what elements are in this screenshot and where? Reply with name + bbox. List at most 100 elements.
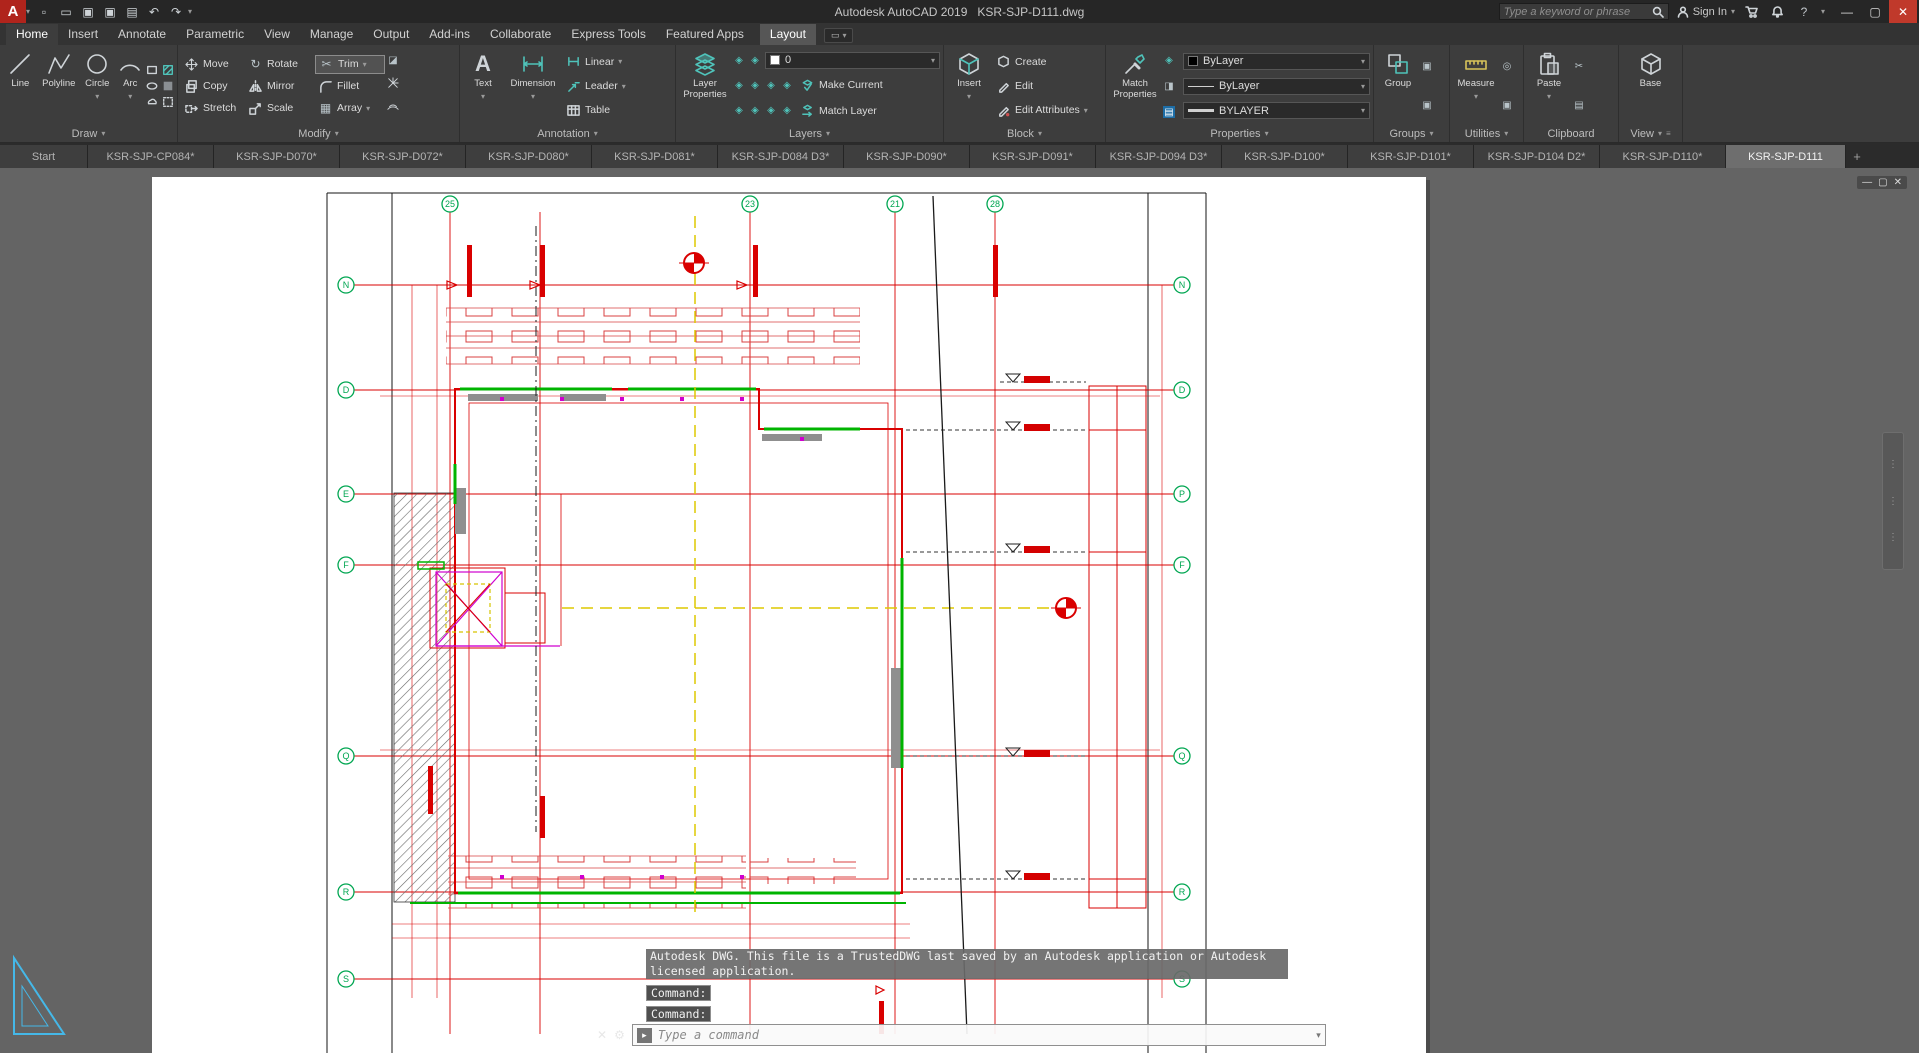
leader-button[interactable]: Leader▾	[563, 77, 672, 96]
mirror-button[interactable]: Mirror	[245, 77, 313, 96]
plot-icon[interactable]: ▤	[122, 3, 142, 21]
fillet-button[interactable]: Fillet	[315, 77, 385, 96]
match-properties-button[interactable]: Match Properties	[1109, 47, 1161, 125]
notification-bell-icon[interactable]	[1769, 5, 1787, 18]
command-customize-wrench-icon[interactable]: ⚙	[614, 1028, 625, 1042]
doc-minimize-icon[interactable]: —	[1862, 177, 1872, 188]
new-file-icon[interactable]: ▫	[34, 3, 54, 21]
boundary-tool-icon[interactable]	[162, 96, 174, 108]
doc-restore-icon[interactable]: ▢	[1878, 177, 1887, 188]
drawing-viewport[interactable]: N D E F Q R S N D P F Q R S 25 23 21	[0, 168, 1919, 1053]
id-point-icon[interactable]: ◎	[1501, 61, 1513, 73]
ungroup-icon[interactable]: ▣	[1421, 61, 1433, 73]
file-tab[interactable]: KSR-SJP-D094 D3*	[1096, 145, 1222, 168]
copy-clip-icon[interactable]: ▤	[1573, 100, 1585, 112]
recent-commands-icon[interactable]: ▸	[637, 1028, 652, 1043]
panel-label-draw[interactable]: Draw▾	[0, 125, 177, 142]
quick-calc-icon[interactable]: ▣	[1501, 100, 1513, 112]
panel-label-annotation[interactable]: Annotation▾	[460, 125, 675, 142]
maximize-button[interactable]: ▢	[1861, 0, 1889, 23]
rectangle-tool-icon[interactable]	[146, 64, 158, 76]
text-button[interactable]: A Text▾	[463, 47, 503, 125]
tab-collaborate[interactable]: Collaborate	[480, 24, 561, 45]
tab-parametric[interactable]: Parametric	[176, 24, 254, 45]
ribbon-display-toggle[interactable]: ▭ ▾	[824, 28, 854, 43]
tab-home[interactable]: Home	[6, 24, 58, 45]
object-color-icon[interactable]: ◈	[1163, 54, 1175, 66]
new-tab-plus-icon[interactable]: +	[1846, 145, 1868, 168]
panel-label-modify[interactable]: Modify▾	[178, 125, 459, 142]
explode-tool-icon[interactable]	[387, 77, 399, 89]
autocad-logo[interactable]: A	[0, 0, 26, 23]
layer-dropdown[interactable]: 0 ▾	[765, 52, 940, 69]
list-properties-icon[interactable]: ▤	[1163, 106, 1175, 118]
save-icon[interactable]: ▣	[78, 3, 98, 21]
line-button[interactable]: Line	[3, 47, 38, 125]
layer-properties-button[interactable]: Layer Properties	[679, 47, 731, 125]
linear-button[interactable]: Linear▾	[563, 52, 672, 71]
palette-strip[interactable]: ⋮ ⋮ ⋮	[1882, 432, 1904, 570]
array-button[interactable]: ▦ Array▾	[315, 99, 385, 118]
file-tab[interactable]: KSR-SJP-D072*	[340, 145, 466, 168]
undo-icon[interactable]: ↶	[144, 3, 164, 21]
chevron-down-icon[interactable]: ▾	[1316, 1030, 1321, 1041]
close-button[interactable]: ✕	[1889, 0, 1917, 23]
panel-label-clipboard[interactable]: Clipboard	[1524, 125, 1618, 142]
insert-button[interactable]: Insert▾	[947, 47, 991, 125]
file-tab[interactable]: KSR-SJP-D070*	[214, 145, 340, 168]
search-icon[interactable]	[1652, 6, 1664, 18]
command-input-bar[interactable]: ▸ ▾	[632, 1024, 1326, 1046]
file-tab[interactable]: KSR-SJP-D090*	[844, 145, 970, 168]
group-button[interactable]: Group	[1377, 47, 1419, 125]
help-icon[interactable]: ?	[1795, 5, 1813, 19]
create-block-button[interactable]: Create	[993, 52, 1102, 71]
file-tab[interactable]: KSR-SJP-D104 D2*	[1474, 145, 1600, 168]
table-button[interactable]: Table	[563, 101, 672, 120]
make-current-button[interactable]: Make Current	[797, 76, 886, 95]
file-tab-start[interactable]: Start	[0, 145, 88, 168]
layer-state-icon[interactable]: ◈	[733, 54, 745, 66]
file-tab[interactable]: KSR-SJP-D110*	[1600, 145, 1726, 168]
gradient-tool-icon[interactable]	[162, 80, 174, 92]
file-tab[interactable]: KSR-SJP-D080*	[466, 145, 592, 168]
polyline-button[interactable]: Polyline	[40, 47, 78, 125]
tab-express-tools[interactable]: Express Tools	[561, 24, 655, 45]
ellipse-tool-icon[interactable]	[146, 80, 158, 92]
arc-button[interactable]: Arc▾	[117, 47, 144, 125]
search-input[interactable]	[1504, 6, 1648, 18]
erase-tool-icon[interactable]: ◪	[387, 55, 399, 67]
tab-addins[interactable]: Add-ins	[419, 24, 480, 45]
dimension-button[interactable]: Dimension▾	[505, 47, 561, 125]
tab-insert[interactable]: Insert	[58, 24, 108, 45]
signin-control[interactable]: Sign In ▾	[1677, 6, 1735, 18]
panel-label-block[interactable]: Block▾	[944, 125, 1105, 142]
match-layer-button[interactable]: Match Layer	[797, 101, 880, 120]
panel-label-layers[interactable]: Layers▾	[676, 125, 943, 142]
trim-button[interactable]: ✂ Trim▾	[315, 55, 385, 74]
paste-button[interactable]: Paste▾	[1527, 47, 1571, 125]
move-button[interactable]: Move	[181, 55, 243, 74]
stretch-button[interactable]: Stretch	[181, 99, 243, 118]
help-search-box[interactable]	[1499, 3, 1669, 20]
qat-dropdown-icon[interactable]: ▾	[188, 7, 192, 16]
layer-off-icon[interactable]: ◈	[733, 79, 745, 91]
offset-tool-icon[interactable]	[387, 99, 399, 111]
minimize-button[interactable]: —	[1833, 0, 1861, 23]
save-as-icon[interactable]: ▣	[100, 3, 120, 21]
file-tab[interactable]: KSR-SJP-D100*	[1222, 145, 1348, 168]
panel-label-groups[interactable]: Groups▾	[1374, 125, 1449, 142]
hatch-tool-icon[interactable]	[162, 64, 174, 76]
tab-view[interactable]: View	[254, 24, 300, 45]
panel-menu-icon[interactable]: ≡	[1666, 129, 1671, 138]
file-tab[interactable]: KSR-SJP-D091*	[970, 145, 1096, 168]
file-tab[interactable]: KSR-SJP-D101*	[1348, 145, 1474, 168]
open-file-icon[interactable]: ▭	[56, 3, 76, 21]
file-tab[interactable]: KSR-SJP-CP084*	[88, 145, 214, 168]
group-edit-icon[interactable]: ▣	[1421, 100, 1433, 112]
tab-manage[interactable]: Manage	[300, 24, 363, 45]
lineweight-dropdown[interactable]: BYLAYER ▾	[1183, 102, 1370, 119]
edit-attributes-button[interactable]: Edit Attributes▾	[993, 101, 1102, 120]
base-button[interactable]: Base	[1629, 47, 1673, 125]
layer-freeze-icon[interactable]: ◈	[749, 79, 761, 91]
panel-label-view[interactable]: View▾ ≡	[1619, 125, 1682, 142]
